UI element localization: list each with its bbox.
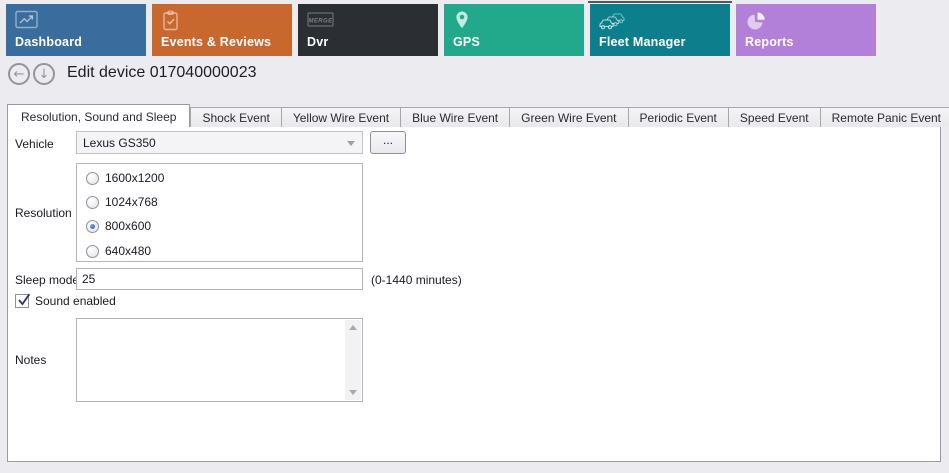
left-arrow-icon: ← bbox=[14, 68, 25, 81]
merge-badge-icon: MERGE bbox=[307, 10, 335, 32]
checkbox-checked-icon bbox=[15, 294, 29, 308]
down-button[interactable]: ↓ bbox=[33, 63, 55, 85]
nav-tile-label: Fleet Manager bbox=[599, 35, 686, 49]
notes-label: Notes bbox=[15, 353, 46, 367]
fleet-manager-window: Dashboard Events & Reviews MERGE Dvr GPS bbox=[0, 0, 949, 473]
nav-tile-reports[interactable]: Reports bbox=[736, 4, 876, 56]
nav-tile-label: Reports bbox=[745, 35, 794, 49]
radio-label: 640x480 bbox=[105, 244, 151, 258]
back-button[interactable]: ← bbox=[8, 63, 30, 85]
fleet-cars-icon bbox=[599, 10, 629, 35]
scroll-up-button[interactable] bbox=[345, 320, 361, 336]
nav-tile-dvr[interactable]: MERGE Dvr bbox=[298, 4, 438, 56]
tab-blue-wire-event[interactable]: Blue Wire Event bbox=[401, 107, 510, 127]
scroll-down-icon bbox=[349, 390, 357, 395]
radio-option-800x600[interactable]: 800x600 bbox=[86, 219, 151, 233]
vehicle-combobox-value: Lexus GS350 bbox=[83, 136, 156, 150]
nav-tile-fleet-manager[interactable]: Fleet Manager bbox=[590, 4, 730, 56]
tab-shock-event[interactable]: Shock Event bbox=[190, 107, 281, 127]
sound-enabled-label: Sound enabled bbox=[35, 294, 116, 308]
radio-label: 1600x1200 bbox=[105, 171, 164, 185]
page-title: Edit device 017040000023 bbox=[67, 64, 257, 82]
active-tile-marker bbox=[588, 1, 732, 3]
radio-checked-icon bbox=[86, 220, 99, 233]
line-chart-icon bbox=[15, 10, 39, 33]
scroll-up-icon bbox=[349, 325, 357, 330]
vehicle-browse-button[interactable]: ... bbox=[370, 131, 406, 154]
vehicle-label: Vehicle bbox=[15, 137, 54, 151]
radio-label: 1024x768 bbox=[105, 195, 158, 209]
tab-periodic-event[interactable]: Periodic Event bbox=[629, 107, 729, 127]
tab-remote-panic-event[interactable]: Remote Panic Event bbox=[821, 107, 949, 127]
map-pin-icon bbox=[453, 10, 471, 35]
tab-strip: Resolution, Sound and Sleep Shock Event … bbox=[7, 104, 949, 127]
nav-tile-gps[interactable]: GPS bbox=[444, 4, 584, 56]
nav-tile-label: Events & Reviews bbox=[161, 35, 271, 49]
resolution-label: Resolution bbox=[15, 206, 72, 220]
tab-resolution-sound-sleep[interactable]: Resolution, Sound and Sleep bbox=[7, 104, 190, 127]
nav-tile-label: Dashboard bbox=[15, 35, 82, 49]
sleep-mode-label: Sleep mode bbox=[15, 273, 79, 287]
dropdown-arrow-icon bbox=[347, 141, 355, 146]
nav-tile-label: Dvr bbox=[307, 35, 328, 49]
radio-label: 800x600 bbox=[105, 219, 151, 233]
radio-icon bbox=[86, 196, 99, 209]
tab-yellow-wire-event[interactable]: Yellow Wire Event bbox=[282, 107, 401, 127]
radio-icon bbox=[86, 245, 99, 258]
resolution-groupbox: 1600x1200 1024x768 800x600 640x480 bbox=[76, 163, 363, 262]
vehicle-combobox[interactable]: Lexus GS350 bbox=[76, 131, 363, 154]
sleep-mode-hint: (0-1440 minutes) bbox=[371, 273, 462, 287]
down-arrow-icon: ↓ bbox=[39, 68, 50, 81]
tab-green-wire-event[interactable]: Green Wire Event bbox=[510, 107, 628, 127]
notes-scrollbar[interactable] bbox=[345, 320, 361, 400]
sleep-mode-input[interactable] bbox=[76, 268, 363, 290]
clipboard-check-icon bbox=[161, 10, 181, 35]
sound-enabled-checkbox[interactable]: Sound enabled bbox=[15, 294, 116, 308]
svg-text:MERGE: MERGE bbox=[308, 18, 333, 24]
radio-option-1600x1200[interactable]: 1600x1200 bbox=[86, 171, 164, 185]
nav-tile-events-reviews[interactable]: Events & Reviews bbox=[152, 4, 292, 56]
radio-option-640x480[interactable]: 640x480 bbox=[86, 244, 151, 258]
pie-chart-icon bbox=[745, 10, 767, 35]
scroll-down-button[interactable] bbox=[345, 384, 361, 400]
radio-icon bbox=[86, 172, 99, 185]
notes-textarea[interactable] bbox=[76, 318, 363, 402]
tab-speed-event[interactable]: Speed Event bbox=[729, 107, 821, 127]
nav-tile-label: GPS bbox=[453, 35, 480, 49]
nav-tile-dashboard[interactable]: Dashboard bbox=[6, 4, 146, 56]
radio-option-1024x768[interactable]: 1024x768 bbox=[86, 195, 158, 209]
